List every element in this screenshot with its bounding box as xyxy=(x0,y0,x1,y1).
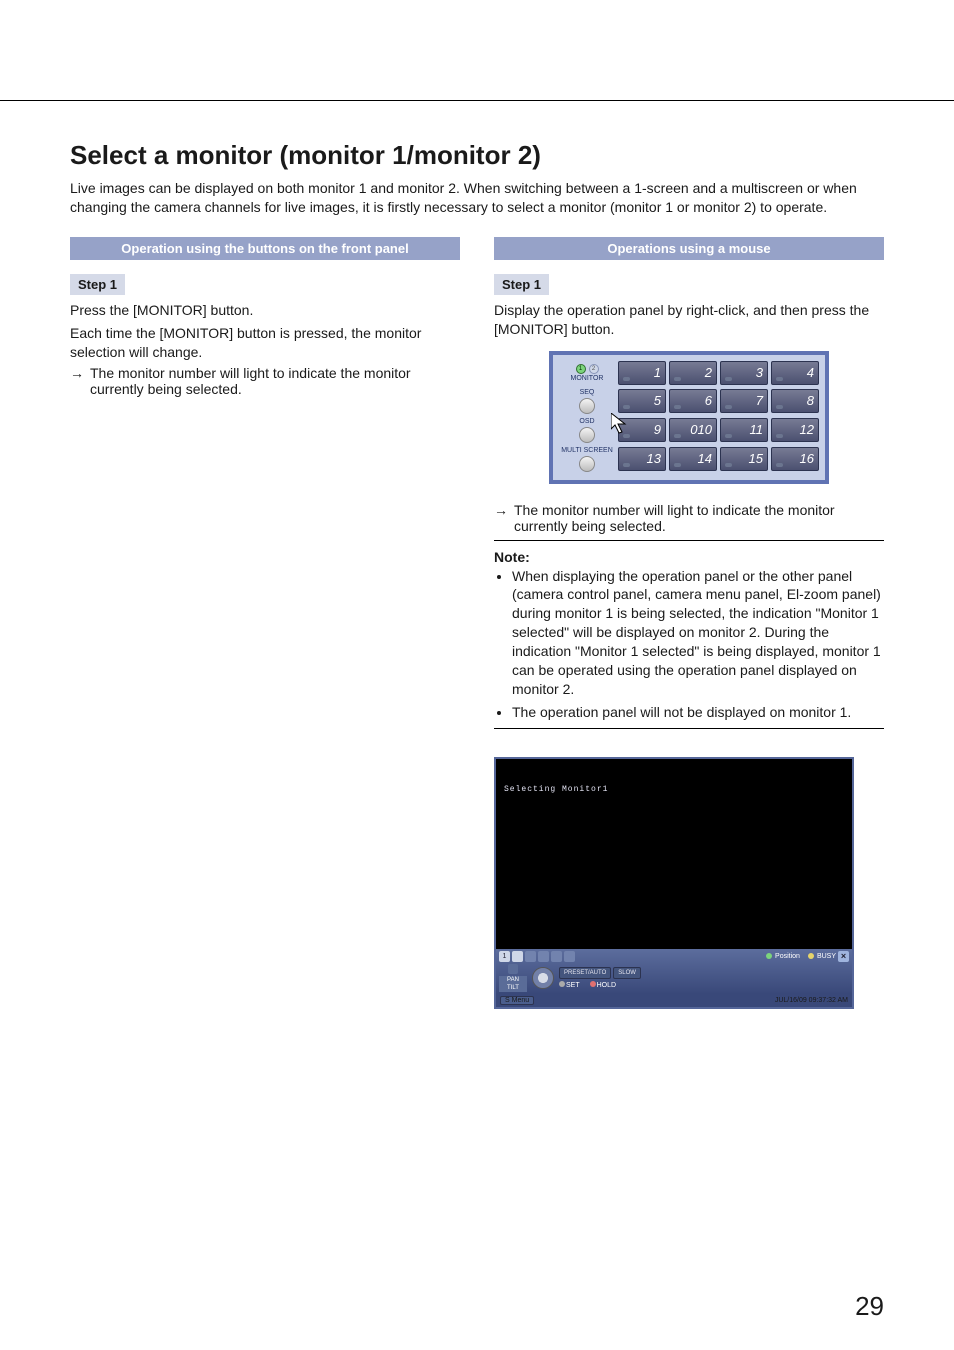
osd-side-cell: OSD xyxy=(559,418,615,443)
position-label: Position xyxy=(775,953,800,960)
busy-label: BUSY xyxy=(817,953,836,960)
set-label[interactable]: SET xyxy=(566,982,580,989)
cam-btn-1[interactable]: 1 xyxy=(618,361,666,385)
right-section-bar: Operations using a mouse xyxy=(494,237,884,260)
right-p1: Display the operation panel by right-cli… xyxy=(494,301,884,339)
multiscreen-side-cell: MULTI SCREEN xyxy=(559,447,615,472)
left-p1: Press the [MONITOR] button. xyxy=(70,301,460,320)
cam-btn-16[interactable]: 16 xyxy=(771,447,819,471)
direction-pad[interactable] xyxy=(532,967,554,989)
cam-btn-3[interactable]: 3 xyxy=(720,361,768,385)
seq-button[interactable] xyxy=(579,398,595,414)
note-item-2: The operation panel will not be displaye… xyxy=(512,703,884,722)
selecting-monitor-text: Selecting Monitor1 xyxy=(504,785,608,794)
right-step-label: Step 1 xyxy=(494,274,549,295)
left-arrow-text: The monitor number will light to indicat… xyxy=(90,365,460,397)
cam-btn-5[interactable]: 5 xyxy=(618,389,666,413)
s-menu-button[interactable]: S Menu xyxy=(500,996,534,1005)
arrow-icon: → xyxy=(494,502,514,534)
cam-btn-4[interactable]: 4 xyxy=(771,361,819,385)
cam-btn-13[interactable]: 13 xyxy=(618,447,666,471)
note-heading: Note: xyxy=(494,549,884,565)
status-led-green xyxy=(766,953,772,959)
note-rule-bottom xyxy=(494,728,884,729)
move-icon[interactable] xyxy=(512,951,523,962)
led-2-off: 2 xyxy=(589,364,599,374)
slow-button[interactable]: SLOW xyxy=(613,967,641,979)
seq-side-cell: SEQ xyxy=(559,389,615,414)
right-column: Operations using a mouse Step 1 Display … xyxy=(494,237,884,1009)
cam-btn-6[interactable]: 6 xyxy=(669,389,717,413)
tool-icon-3[interactable] xyxy=(564,951,575,962)
page-number: 29 xyxy=(855,1291,884,1322)
cam-btn-7[interactable]: 7 xyxy=(720,389,768,413)
move-pad-icon[interactable] xyxy=(508,964,518,974)
note-list: When displaying the operation panel or t… xyxy=(494,567,884,722)
device-screen-figure: Selecting Monitor1 1 Position xyxy=(494,757,854,1009)
timestamp-text: JUL/16/09 09:37:32 AM xyxy=(775,997,848,1004)
left-p2: Each time the [MONITOR] button is presse… xyxy=(70,324,460,362)
tool-icon-2[interactable] xyxy=(551,951,562,962)
cam-btn-2[interactable]: 2 xyxy=(669,361,717,385)
monitor-side-cell: 1 2 MONITOR xyxy=(559,364,615,382)
multiscreen-label: MULTI SCREEN xyxy=(561,447,613,454)
arrow-icon: → xyxy=(70,365,90,397)
multiscreen-button[interactable] xyxy=(579,456,595,472)
right-arrow-item: → The monitor number will light to indic… xyxy=(494,502,884,534)
osd-label: OSD xyxy=(579,418,594,425)
led-1-on: 1 xyxy=(576,364,586,374)
set-led xyxy=(559,981,565,987)
cam-btn-9[interactable]: 9 xyxy=(618,418,666,442)
intro-paragraph: Live images can be displayed on both mon… xyxy=(70,179,884,217)
note-rule-top xyxy=(494,540,884,541)
cam-btn-8[interactable]: 8 xyxy=(771,389,819,413)
monitor-label: MONITOR xyxy=(571,375,604,382)
left-column: Operation using the buttons on the front… xyxy=(70,237,460,1009)
page-title: Select a monitor (monitor 1/monitor 2) xyxy=(70,140,884,171)
status-led-yellow xyxy=(808,953,814,959)
preset-auto-button[interactable]: PRESET/AUTO xyxy=(559,967,611,979)
hold-label[interactable]: HOLD xyxy=(597,982,616,989)
camera-number-badge[interactable]: 1 xyxy=(499,951,510,962)
left-section-bar: Operation using the buttons on the front… xyxy=(70,237,460,260)
seq-label: SEQ xyxy=(580,389,595,396)
left-step-label: Step 1 xyxy=(70,274,125,295)
close-icon[interactable]: × xyxy=(838,951,849,962)
cam-btn-10[interactable]: 010 xyxy=(669,418,717,442)
left-arrow-item: → The monitor number will light to indic… xyxy=(70,365,460,397)
right-arrow-text: The monitor number will light to indicat… xyxy=(514,502,884,534)
cam-btn-14[interactable]: 14 xyxy=(669,447,717,471)
cam-btn-12[interactable]: 12 xyxy=(771,418,819,442)
osd-button[interactable] xyxy=(579,427,595,443)
pan-label: PAN xyxy=(499,976,527,984)
note-item-1: When displaying the operation panel or t… xyxy=(512,567,884,699)
cam-btn-15[interactable]: 15 xyxy=(720,447,768,471)
operation-panel-figure: 1 2 MONITOR 1 2 3 4 SEQ 5 xyxy=(549,351,829,484)
tilt-label: TILT xyxy=(499,984,527,992)
cam-btn-11[interactable]: 11 xyxy=(720,418,768,442)
hold-led xyxy=(590,981,596,987)
top-horizontal-rule xyxy=(0,100,954,101)
tool-icon-1[interactable] xyxy=(525,951,536,962)
zoom-icon[interactable] xyxy=(538,951,549,962)
